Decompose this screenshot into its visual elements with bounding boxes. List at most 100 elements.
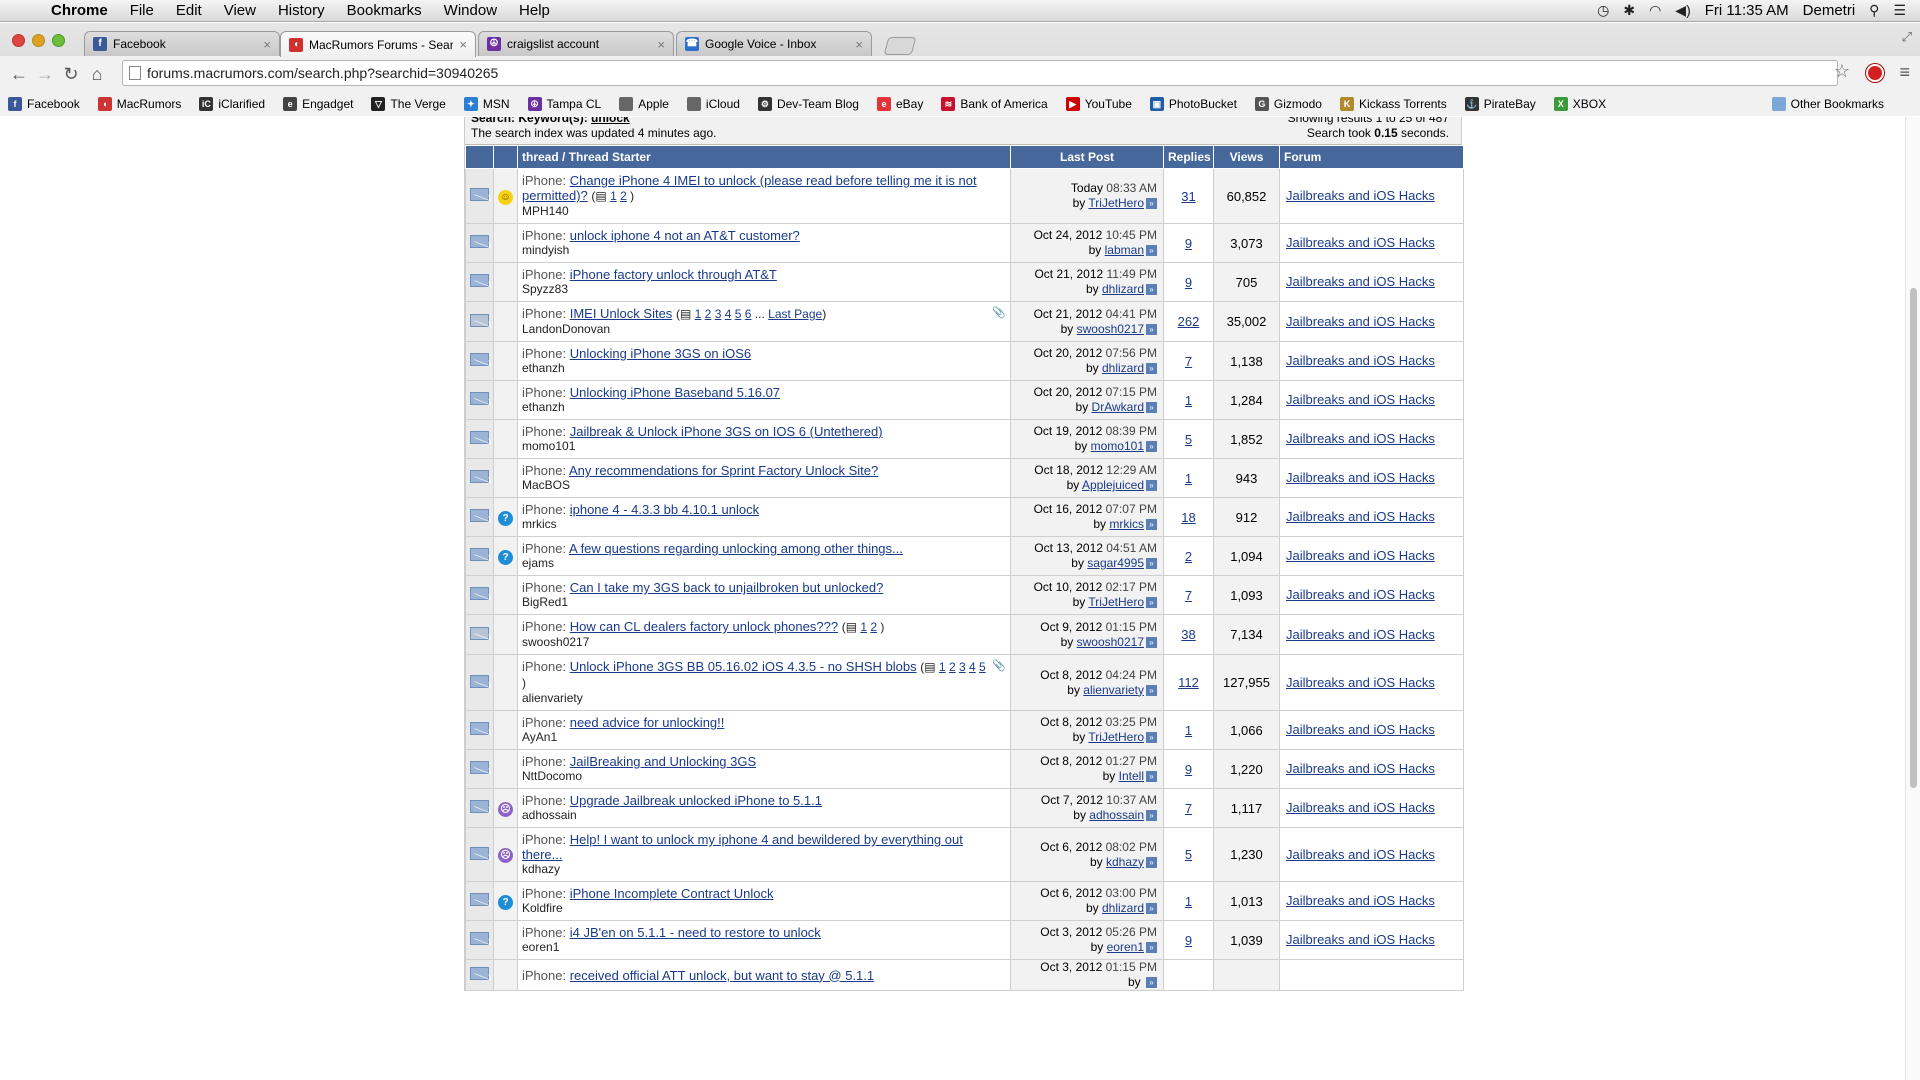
go-to-last-post-icon[interactable]: » <box>1146 903 1157 915</box>
last-page-link[interactable]: Last Page <box>768 307 822 321</box>
bookmark-ebay[interactable]: e eBay <box>876 97 923 111</box>
thread-title-link[interactable]: Unlocking iPhone Baseband 5.16.07 <box>570 385 780 400</box>
go-to-last-post-icon[interactable]: » <box>1146 732 1157 744</box>
forum-link[interactable]: Jailbreaks and iOS Hacks <box>1286 722 1435 737</box>
reload-button[interactable]: ↻ <box>58 64 84 85</box>
go-to-last-post-icon[interactable]: » <box>1146 480 1157 492</box>
tab-macrumors[interactable]: ◖ MacRumors Forums - Search × <box>280 31 476 57</box>
page-link[interactable]: 5 <box>735 307 742 321</box>
adblock-extension-icon[interactable] <box>1866 64 1884 82</box>
thread-starter[interactable]: ethanzh <box>522 361 1006 376</box>
go-to-last-post-icon[interactable]: » <box>1146 441 1157 453</box>
header-views[interactable]: Views <box>1213 145 1280 169</box>
tab-craigslist[interactable]: ☮ craigslist account × <box>478 31 674 56</box>
search-keyword-link[interactable]: unlock <box>591 117 630 125</box>
menu-file[interactable]: File <box>119 0 165 22</box>
menu-bookmarks[interactable]: Bookmarks <box>336 0 433 22</box>
replies-link[interactable]: 1 <box>1185 471 1192 486</box>
page-link[interactable]: 2 <box>870 620 877 634</box>
last-post-author[interactable]: TriJetHero <box>1088 196 1144 210</box>
thread-starter[interactable]: BigRed1 <box>522 595 1006 610</box>
forum-link[interactable]: Jailbreaks and iOS Hacks <box>1286 509 1435 524</box>
thread-title-link[interactable]: JailBreaking and Unlocking 3GS <box>570 754 756 769</box>
page-link[interactable]: 3 <box>959 660 966 674</box>
forum-link[interactable]: Jailbreaks and iOS Hacks <box>1286 800 1435 815</box>
thread-title-link[interactable]: iphone 4 - 4.3.3 bb 4.10.1 unlock <box>570 502 759 517</box>
forum-link[interactable]: Jailbreaks and iOS Hacks <box>1286 314 1435 329</box>
thread-starter[interactable]: AyAn1 <box>522 730 1006 745</box>
go-to-last-post-icon[interactable]: » <box>1146 284 1157 296</box>
page-link[interactable]: 1 <box>860 620 867 634</box>
go-to-last-post-icon[interactable]: » <box>1146 245 1157 257</box>
bookmark-dev-team-blog[interactable]: ⚙ Dev-Team Blog <box>757 97 859 111</box>
replies-link[interactable]: 262 <box>1178 314 1200 329</box>
menubar-user[interactable]: Demetri <box>1803 2 1856 19</box>
volume-icon[interactable]: ◀) <box>1675 2 1690 19</box>
last-post-author[interactable]: swoosh0217 <box>1077 322 1144 336</box>
go-to-last-post-icon[interactable]: » <box>1146 771 1157 783</box>
menu-window[interactable]: Window <box>433 0 508 22</box>
fullscreen-icon[interactable]: ⤢ <box>1902 29 1912 45</box>
forum-link[interactable]: Jailbreaks and iOS Hacks <box>1286 235 1435 250</box>
forum-link[interactable]: Jailbreaks and iOS Hacks <box>1286 353 1435 368</box>
page-link[interactable]: 2 <box>705 307 712 321</box>
header-last-post[interactable]: Last Post <box>1010 145 1164 169</box>
go-to-last-post-icon[interactable]: » <box>1146 323 1157 335</box>
bookmark-icloud[interactable]: iCloud <box>686 97 740 111</box>
bookmark-macrumors[interactable]: ◖ MacRumors <box>97 97 181 111</box>
replies-link[interactable]: 112 <box>1178 675 1199 690</box>
minimize-window-button[interactable] <box>32 34 45 47</box>
last-post-author[interactable]: eoren1 <box>1107 940 1144 954</box>
bookmark-bank-of-america[interactable]: ≋ Bank of America <box>941 97 1048 111</box>
scrollbar-thumb[interactable] <box>1910 288 1917 788</box>
last-post-author[interactable]: sagar4995 <box>1087 556 1144 570</box>
last-post-author[interactable]: momo101 <box>1091 439 1144 453</box>
replies-link[interactable]: 9 <box>1185 275 1192 290</box>
go-to-last-post-icon[interactable]: » <box>1146 977 1157 989</box>
bluetooth-icon[interactable]: ✱ <box>1623 2 1635 19</box>
last-post-author[interactable]: TriJetHero <box>1088 595 1144 609</box>
last-post-author[interactable]: mrkics <box>1109 517 1144 531</box>
thread-starter[interactable]: adhossain <box>522 808 1006 823</box>
replies-link[interactable]: 1 <box>1185 894 1192 909</box>
bookmark-xbox[interactable]: X XBOX <box>1553 97 1606 111</box>
thread-starter[interactable]: MacBOS <box>522 478 1006 493</box>
page-link[interactable]: 1 <box>939 660 946 674</box>
thread-title-link[interactable]: Unlock iPhone 3GS BB 05.16.02 iOS 4.3.5 … <box>570 659 917 674</box>
bookmark-photobucket[interactable]: ▣ PhotoBucket <box>1149 97 1237 111</box>
menu-app-name[interactable]: Chrome <box>40 0 119 22</box>
go-to-last-post-icon[interactable]: » <box>1146 810 1157 822</box>
last-post-author[interactable]: kdhazy <box>1106 855 1144 869</box>
thread-title-link[interactable]: iPhone Incomplete Contract Unlock <box>570 886 774 901</box>
thread-starter[interactable]: alienvariety <box>522 691 1006 706</box>
forum-link[interactable]: Jailbreaks and iOS Hacks <box>1286 392 1435 407</box>
tab-google-voice[interactable]: ☎ Google Voice - Inbox × <box>676 31 872 56</box>
go-to-last-post-icon[interactable]: » <box>1146 636 1157 648</box>
replies-link[interactable]: 18 <box>1181 510 1195 525</box>
header-forum[interactable]: Forum <box>1279 145 1464 169</box>
wifi-icon[interactable]: ◠ <box>1649 2 1661 19</box>
thread-starter[interactable]: kdhazy <box>522 862 1006 877</box>
new-tab-button[interactable] <box>883 37 917 55</box>
last-post-author[interactable]: dhlizard <box>1102 901 1144 915</box>
thread-title-link[interactable]: Jailbreak & Unlock iPhone 3GS on IOS 6 (… <box>570 424 883 439</box>
forward-button[interactable]: → <box>32 64 58 85</box>
spotlight-search-icon[interactable]: ⚲ <box>1869 2 1879 19</box>
go-to-last-post-icon[interactable]: » <box>1146 363 1157 375</box>
header-replies[interactable]: Replies <box>1163 145 1214 169</box>
thread-starter[interactable]: swoosh0217 <box>522 635 1006 650</box>
page-link[interactable]: 4 <box>969 660 976 674</box>
thread-title-link[interactable]: IMEI Unlock Sites <box>570 306 673 321</box>
other-bookmarks-folder[interactable]: Other Bookmarks <box>1771 97 1884 111</box>
forum-link[interactable]: Jailbreaks and iOS Hacks <box>1286 188 1435 203</box>
go-to-last-post-icon[interactable]: » <box>1146 519 1157 531</box>
go-to-last-post-icon[interactable]: » <box>1146 684 1157 696</box>
bookmark-apple[interactable]: Apple <box>619 97 669 111</box>
chrome-menu-icon[interactable]: ≡ <box>1899 62 1910 83</box>
bookmark-facebook[interactable]: f Facebook <box>8 97 80 111</box>
replies-link[interactable]: 9 <box>1185 762 1192 777</box>
replies-link[interactable]: 1 <box>1185 723 1192 738</box>
last-post-author[interactable]: labman <box>1105 243 1144 257</box>
forum-link[interactable]: Jailbreaks and iOS Hacks <box>1286 675 1435 690</box>
forum-link[interactable]: Jailbreaks and iOS Hacks <box>1286 893 1435 908</box>
